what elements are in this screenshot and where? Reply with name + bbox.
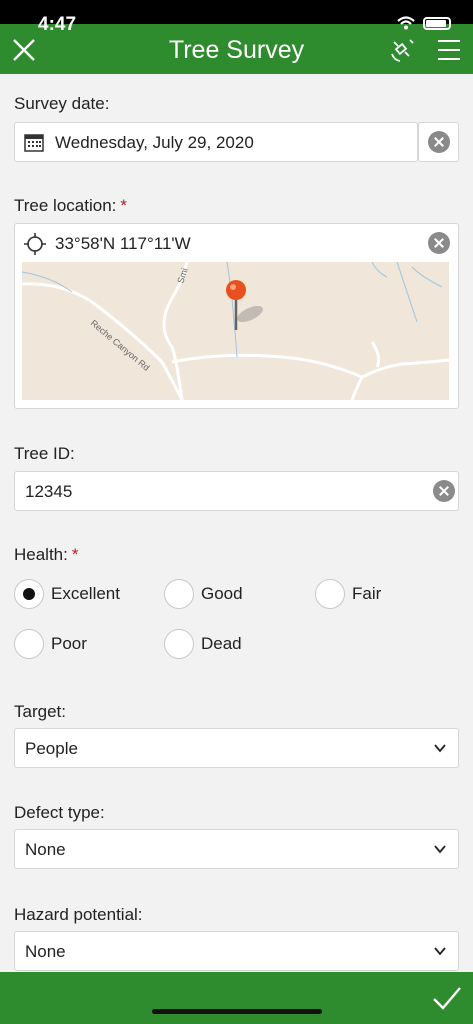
- hazard-potential-value: None: [25, 942, 66, 961]
- map-roads: Reche Canyon Rd Smi: [22, 262, 449, 400]
- location-map[interactable]: Reche Canyon Rd Smi: [22, 262, 449, 400]
- map-pin-icon: [226, 280, 246, 330]
- target-label: Target:: [14, 702, 66, 721]
- chevron-down-icon: [434, 947, 446, 956]
- radio-fair[interactable]: [315, 579, 345, 609]
- hazard-potential-select[interactable]: None: [14, 931, 459, 971]
- health-label-text: Health:: [14, 545, 68, 564]
- survey-date-label: Survey date:: [14, 94, 110, 113]
- radio-dead-label[interactable]: Dead: [201, 634, 242, 654]
- radio-fair-label[interactable]: Fair: [352, 584, 381, 604]
- home-indicator: [152, 1009, 322, 1014]
- radio-excellent[interactable]: [14, 579, 44, 609]
- clear-icon: [428, 131, 450, 153]
- required-mark: *: [120, 196, 127, 215]
- tree-id-clear-icon[interactable]: [433, 480, 455, 502]
- menu-icon[interactable]: [436, 38, 462, 62]
- gps-satellite-icon[interactable]: [388, 36, 416, 64]
- location-coordinates: 33°58'N 117°11'W: [55, 234, 191, 253]
- defect-type-value: None: [25, 840, 66, 859]
- radio-good-label[interactable]: Good: [201, 584, 243, 604]
- tree-location-label-text: Tree location:: [14, 196, 117, 215]
- required-mark: *: [71, 545, 79, 564]
- status-icons: [397, 16, 451, 30]
- radio-excellent-label[interactable]: Excellent: [51, 584, 120, 604]
- survey-date-clear-button[interactable]: [418, 122, 459, 162]
- footer-bar: [0, 972, 473, 1024]
- survey-date-field[interactable]: Wednesday, July 29, 2020: [14, 122, 418, 162]
- defect-type-label: Defect type:: [14, 803, 105, 822]
- radio-good[interactable]: [164, 579, 194, 609]
- radio-dead[interactable]: [164, 629, 194, 659]
- chevron-down-icon: [434, 744, 446, 753]
- health-label: Health: *: [14, 545, 79, 565]
- battery-icon: [423, 16, 451, 30]
- defect-type-select[interactable]: None: [14, 829, 459, 869]
- tree-id-label: Tree ID:: [14, 444, 75, 463]
- target-value: People: [25, 739, 78, 758]
- tree-id-input[interactable]: 12345: [14, 471, 459, 511]
- map-road-label: Reche Canyon Rd: [89, 318, 152, 373]
- target-select[interactable]: People: [14, 728, 459, 768]
- map-road-label-2: Smi: [175, 267, 189, 285]
- status-time: 4:47: [38, 14, 77, 35]
- tree-id-value: 12345: [25, 482, 73, 501]
- tree-location-label: Tree location: *: [14, 196, 127, 216]
- wifi-icon: [397, 16, 415, 30]
- checkmark-icon[interactable]: [432, 984, 462, 1012]
- crosshair-icon: [24, 233, 46, 255]
- location-clear-icon[interactable]: [428, 232, 450, 254]
- chevron-down-icon: [434, 845, 446, 854]
- radio-poor[interactable]: [14, 629, 44, 659]
- radio-poor-label[interactable]: Poor: [51, 634, 87, 654]
- hazard-potential-label: Hazard potential:: [14, 905, 143, 924]
- calendar-icon: [24, 134, 44, 152]
- survey-date-value: Wednesday, July 29, 2020: [55, 133, 254, 152]
